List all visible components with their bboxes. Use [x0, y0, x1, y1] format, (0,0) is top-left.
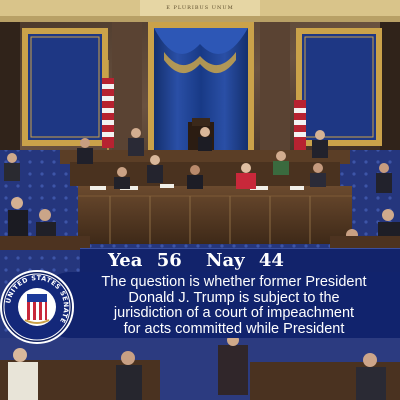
rostrum-desk — [78, 186, 352, 244]
vote-tally: Yea 56 Nay 44 — [108, 248, 284, 272]
caption-line: for acts committed while President — [123, 320, 345, 337]
us-flag-left — [102, 78, 114, 148]
standing-person — [218, 345, 248, 395]
chamber-inscription: E PLURIBUS UNUM — [166, 5, 234, 11]
caption-line: jurisdiction of a court of impeachment — [113, 305, 355, 321]
caption-line: Donald J. Trump is subject to the — [128, 289, 340, 306]
rostrum-top — [60, 150, 350, 164]
yea-count: 56 — [156, 250, 182, 271]
nay-count: 44 — [258, 250, 284, 271]
vote-caption-banner: Yea 56 Nay 44 The question is whether fo… — [0, 248, 400, 344]
senate-chamber-scene: E PLURIBUS UNUM Yea 56 Nay 44 The questi… — [0, 0, 400, 400]
yea-label: Yea — [108, 250, 143, 271]
pilaster-right — [260, 22, 290, 154]
senate-seal-icon: UNITED STATES SENATE — [0, 270, 74, 344]
nay-label: Nay — [206, 250, 245, 271]
question-caption: The question is whether former President… — [74, 274, 394, 337]
caption-line: The question is whether former President — [101, 274, 367, 290]
us-flag-right — [294, 100, 306, 150]
